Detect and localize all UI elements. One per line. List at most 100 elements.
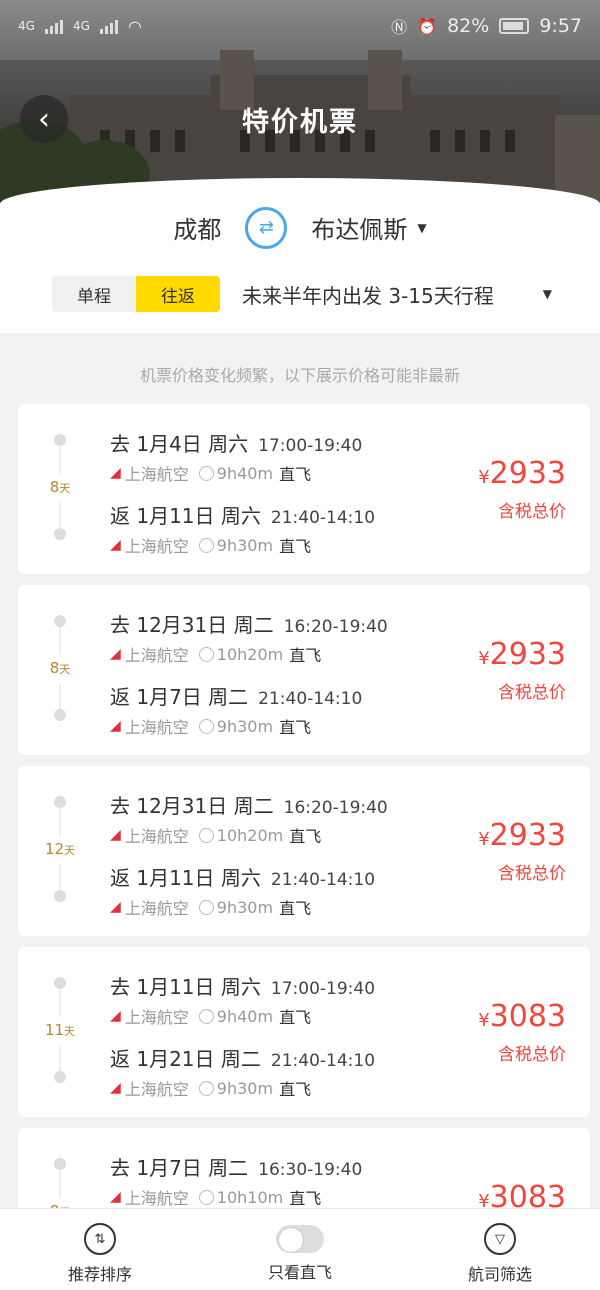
origin-city[interactable]: 成都	[173, 210, 221, 245]
bottom-bar: ⇅ 推荐排序 只看直飞 ▽ 航司筛选	[0, 1208, 600, 1290]
timeline-dot	[54, 796, 66, 808]
leg-date: 去 12月31日 周二	[110, 794, 274, 818]
outbound-leg: 去 1月11日 周六 17:00-19:40 ◢ 上海航空 9h40m 直飞	[110, 971, 470, 1028]
tax-label: 含税总价	[498, 1045, 566, 1065]
flight-list: 8天 去 1月4日 周六 17:00-19:40 ◢ 上海航空 9h40m 直飞 …	[18, 404, 590, 1290]
timeline-dot	[54, 528, 66, 540]
tab-one-way[interactable]: 单程	[52, 276, 136, 312]
battery-icon	[499, 18, 530, 34]
airline-filter-button[interactable]: ▽ 航司筛选	[400, 1209, 600, 1290]
airline-name: 上海航空	[124, 827, 189, 846]
days-unit: 天	[59, 663, 71, 676]
leg-time: 17:00-19:40	[270, 979, 376, 999]
airline-name: 上海航空	[124, 1008, 189, 1027]
airline-name: 上海航空	[124, 537, 189, 556]
timeline-dot	[54, 1071, 66, 1083]
price: ¥2933	[478, 818, 566, 853]
return-leg: 返 1月11日 周六 21:40-14:10 ◢ 上海航空 9h30m 直飞	[110, 862, 470, 919]
filter-icon: ▽	[484, 1223, 516, 1255]
timeline-dot	[54, 709, 66, 721]
clock-icon	[198, 718, 214, 734]
clock-icon	[198, 465, 214, 481]
currency-symbol: ¥	[478, 648, 490, 669]
leg-summary: 去 1月7日 周二 16:30-19:40	[110, 1152, 470, 1181]
flight-type: 直飞	[279, 1080, 312, 1099]
trip-timeline: 12天	[32, 796, 88, 906]
leg-summary: 返 1月21日 周二 21:40-14:10	[110, 1043, 470, 1072]
leg-date: 去 1月4日 周六	[110, 432, 249, 456]
leg-time: 16:20-19:40	[283, 798, 388, 818]
leg-details: ◢ 上海航空 9h30m 直飞	[110, 1076, 470, 1100]
airline-name: 上海航空	[124, 646, 189, 665]
airline-logo-icon: ◢	[110, 827, 121, 843]
tax-label: 含税总价	[498, 683, 566, 703]
price-amount: 2933	[489, 818, 566, 853]
trip-days: 12天	[32, 836, 88, 864]
flight-type: 直飞	[279, 899, 312, 918]
price-notice: 机票价格变化频繁，以下展示价格可能非最新	[139, 366, 460, 385]
clock-icon	[198, 646, 214, 662]
price-block: ¥3083 含税总价	[478, 999, 566, 1065]
leg-details: ◢ 上海航空 9h30m 直飞	[110, 895, 470, 919]
swap-icon[interactable]: ⇄	[245, 206, 288, 249]
leg-details: ◢ 上海航空 10h20m 直飞	[110, 642, 470, 666]
airline-filter-label: 航司筛选	[467, 1265, 532, 1284]
flight-card[interactable]: 8天 去 1月4日 周六 17:00-19:40 ◢ 上海航空 9h40m 直飞 …	[18, 404, 590, 574]
days-count: 12	[44, 840, 65, 858]
flight-card[interactable]: 11天 去 1月11日 周六 17:00-19:40 ◢ 上海航空 9h40m 直…	[18, 947, 590, 1117]
outbound-leg: 去 1月7日 周二 16:30-19:40 ◢ 上海航空 10h10m 直飞	[110, 1152, 470, 1209]
leg-time: 17:00-19:40	[258, 436, 363, 456]
airline-logo-icon: ◢	[110, 646, 121, 662]
destination-city[interactable]: 布达佩斯	[311, 210, 407, 245]
clock-icon	[198, 1080, 214, 1096]
alarm-icon: ⏰	[417, 16, 438, 36]
leg-date: 去 12月31日 周二	[110, 613, 274, 637]
toggle-switch[interactable]	[276, 1225, 324, 1253]
battery-percent: 82%	[447, 15, 490, 37]
date-range-selector[interactable]: 未来半年内出发 3-15天行程	[242, 280, 494, 309]
leg-details: ◢ 上海航空 9h30m 直飞	[110, 533, 470, 557]
direct-only-label: 只看直飞	[267, 1263, 332, 1282]
caret-down-icon[interactable]: ▼	[543, 287, 552, 301]
trip-timeline: 8天	[32, 615, 88, 725]
tax-label: 含税总价	[498, 502, 566, 522]
caret-down-icon[interactable]: ▼	[417, 221, 426, 235]
flight-duration: 10h10m	[216, 1187, 284, 1207]
leg-time: 16:20-19:40	[283, 617, 388, 637]
flight-card[interactable]: 8天 去 12月31日 周二 16:20-19:40 ◢ 上海航空 10h20m …	[18, 585, 590, 755]
status-bar: 4G 4G ◠ Ⓝ ⏰ 82% 9:57	[0, 0, 600, 52]
return-leg: 返 1月7日 周二 21:40-14:10 ◢ 上海航空 9h30m 直飞	[110, 681, 470, 738]
leg-date: 返 1月11日 周六	[110, 504, 261, 528]
direct-only-toggle[interactable]: 只看直飞	[200, 1209, 400, 1290]
airline-name: 上海航空	[124, 899, 189, 918]
clock-icon	[198, 899, 214, 915]
return-leg: 返 1月21日 周二 21:40-14:10 ◢ 上海航空 9h30m 直飞	[110, 1043, 470, 1100]
leg-summary: 返 1月7日 周二 21:40-14:10	[110, 681, 470, 710]
leg-time: 21:40-14:10	[270, 870, 376, 890]
sort-button[interactable]: ⇅ 推荐排序	[0, 1209, 200, 1290]
leg-details: ◢ 上海航空 9h40m 直飞	[110, 461, 470, 485]
flight-card[interactable]: 12天 去 12月31日 周二 16:20-19:40 ◢ 上海航空 10h20m…	[18, 766, 590, 936]
currency-symbol: ¥	[478, 467, 490, 488]
return-leg: 返 1月11日 周六 21:40-14:10 ◢ 上海航空 9h30m 直飞	[110, 500, 470, 557]
flight-type: 直飞	[289, 646, 322, 665]
days-unit: 天	[64, 1025, 76, 1038]
days-count: 8	[49, 478, 60, 496]
leg-time: 16:30-19:40	[258, 1160, 363, 1180]
leg-details: ◢ 上海航空 10h10m 直飞	[110, 1185, 470, 1209]
sort-label: 推荐排序	[67, 1265, 132, 1284]
price-block: ¥2933 含税总价	[478, 456, 566, 522]
price-block: ¥2933 含税总价	[478, 818, 566, 884]
tab-round-trip[interactable]: 往返	[136, 276, 220, 312]
price-amount: 3083	[489, 999, 566, 1034]
route-selector: 成都 ⇄ 布达佩斯 ▼	[0, 205, 600, 250]
price-amount: 2933	[489, 456, 566, 491]
airline-logo-icon: ◢	[110, 718, 121, 734]
signal-icon	[44, 18, 63, 34]
flight-duration: 9h30m	[216, 716, 274, 736]
leg-time: 21:40-14:10	[270, 508, 376, 528]
flight-type: 直飞	[289, 1189, 322, 1208]
flight-duration: 10h20m	[216, 825, 284, 845]
currency-symbol: ¥	[478, 1010, 490, 1031]
flight-duration: 9h30m	[216, 1078, 274, 1098]
